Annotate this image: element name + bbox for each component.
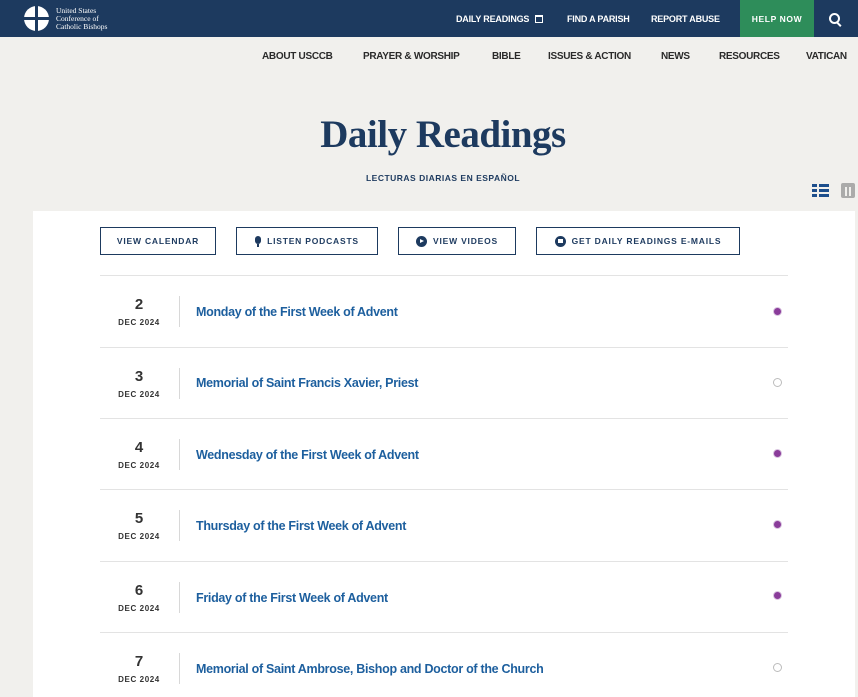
page-title: Daily Readings [320, 113, 566, 156]
date-divider [179, 439, 180, 470]
spanish-readings-link[interactable]: LECTURAS DIARIAS EN ESPAÑOL [0, 173, 858, 183]
view-videos-button[interactable]: VIEW VIDEOS [398, 227, 516, 255]
nav-resources[interactable]: RESOURCES [719, 51, 780, 62]
liturgical-color-dot [773, 663, 782, 672]
listen-podcasts-button[interactable]: LISTEN PODCASTS [236, 227, 378, 255]
microphone-icon [255, 235, 262, 247]
reading-row[interactable]: 4 DEC 2024 Wednesday of the First Week o… [100, 418, 788, 490]
nav-prayer-worship[interactable]: PRAYER & WORSHIP [363, 51, 460, 62]
date-day: 4 [134, 439, 144, 456]
date-divider [179, 296, 180, 327]
liturgical-color-dot [773, 520, 782, 529]
list-view-icon[interactable] [812, 184, 829, 198]
logo-text: United States Conference of Catholic Bis… [56, 6, 116, 31]
cross-logo-icon [24, 6, 49, 31]
date-month: DEC 2024 [118, 318, 160, 327]
nav-bible[interactable]: BIBLE [492, 51, 521, 62]
date-divider [179, 653, 180, 684]
nav-about-usccb[interactable]: ABOUT USCCB [262, 51, 333, 62]
date-month: DEC 2024 [118, 604, 160, 613]
view-videos-label: VIEW VIDEOS [432, 236, 498, 246]
daily-readings-label: DAILY READINGS [456, 14, 530, 24]
date-divider [179, 368, 180, 399]
usccb-logo[interactable]: United States Conference of Catholic Bis… [24, 6, 116, 31]
reading-row[interactable]: 3 DEC 2024 Memorial of Saint Francis Xav… [100, 347, 788, 419]
reading-title-link[interactable]: Thursday of the First Week of Advent [196, 519, 406, 533]
reading-title-link[interactable]: Wednesday of the First Week of Advent [196, 448, 419, 462]
reading-row[interactable]: 5 DEC 2024 Thursday of the First Week of… [100, 489, 788, 561]
get-emails-label: GET DAILY READINGS E-MAILS [571, 236, 722, 246]
date-divider [179, 582, 180, 613]
reading-title-link[interactable]: Memorial of Saint Ambrose, Bishop and Do… [196, 662, 544, 676]
search-icon[interactable] [829, 13, 842, 26]
listen-podcasts-label: LISTEN PODCASTS [267, 236, 359, 246]
reading-title-link[interactable]: Monday of the First Week of Advent [196, 305, 398, 319]
date-day: 3 [134, 368, 144, 385]
view-calendar-label: VIEW CALENDAR [116, 236, 200, 246]
date-month: DEC 2024 [118, 532, 160, 541]
help-now-button[interactable]: HELP NOW [740, 0, 814, 37]
reading-row[interactable]: 7 DEC 2024 Memorial of Saint Ambrose, Bi… [100, 632, 788, 697]
reading-row[interactable]: 2 DEC 2024 Monday of the First Week of A… [100, 275, 788, 347]
date-day: 7 [134, 653, 144, 670]
report-abuse-link[interactable]: REPORT ABUSE [651, 14, 720, 24]
reading-row[interactable]: 6 DEC 2024 Friday of the First Week of A… [100, 561, 788, 633]
play-icon [415, 235, 427, 247]
mail-icon [554, 235, 566, 247]
nav-news[interactable]: NEWS [661, 51, 690, 62]
nav-vatican[interactable]: VATICAN [806, 51, 847, 62]
date-day: 6 [134, 582, 144, 599]
get-emails-button[interactable]: GET DAILY READINGS E-MAILS [536, 227, 740, 255]
date-month: DEC 2024 [118, 461, 160, 470]
calendar-view-icon[interactable] [841, 183, 855, 198]
date-divider [179, 510, 180, 541]
date-day: 2 [134, 296, 144, 313]
date-day: 5 [134, 510, 144, 527]
logo-line-3: Catholic Bishops [56, 21, 108, 31]
liturgical-color-dot [773, 449, 782, 458]
reading-title-link[interactable]: Friday of the First Week of Advent [196, 591, 388, 605]
find-a-parish-link[interactable]: FIND A PARISH [567, 14, 630, 24]
top-utility-bar: United States Conference of Catholic Bis… [0, 0, 858, 37]
nav-issues-action[interactable]: ISSUES & ACTION [548, 51, 631, 62]
calendar-icon [535, 15, 544, 23]
liturgical-color-dot [773, 307, 782, 316]
reading-title-link[interactable]: Memorial of Saint Francis Xavier, Priest [196, 376, 418, 390]
liturgical-color-dot [773, 378, 782, 387]
liturgical-color-dot [773, 591, 782, 600]
daily-readings-link[interactable]: DAILY READINGS [456, 14, 544, 24]
date-month: DEC 2024 [118, 675, 160, 684]
view-calendar-button[interactable]: VIEW CALENDAR [100, 227, 216, 255]
date-month: DEC 2024 [118, 390, 160, 399]
